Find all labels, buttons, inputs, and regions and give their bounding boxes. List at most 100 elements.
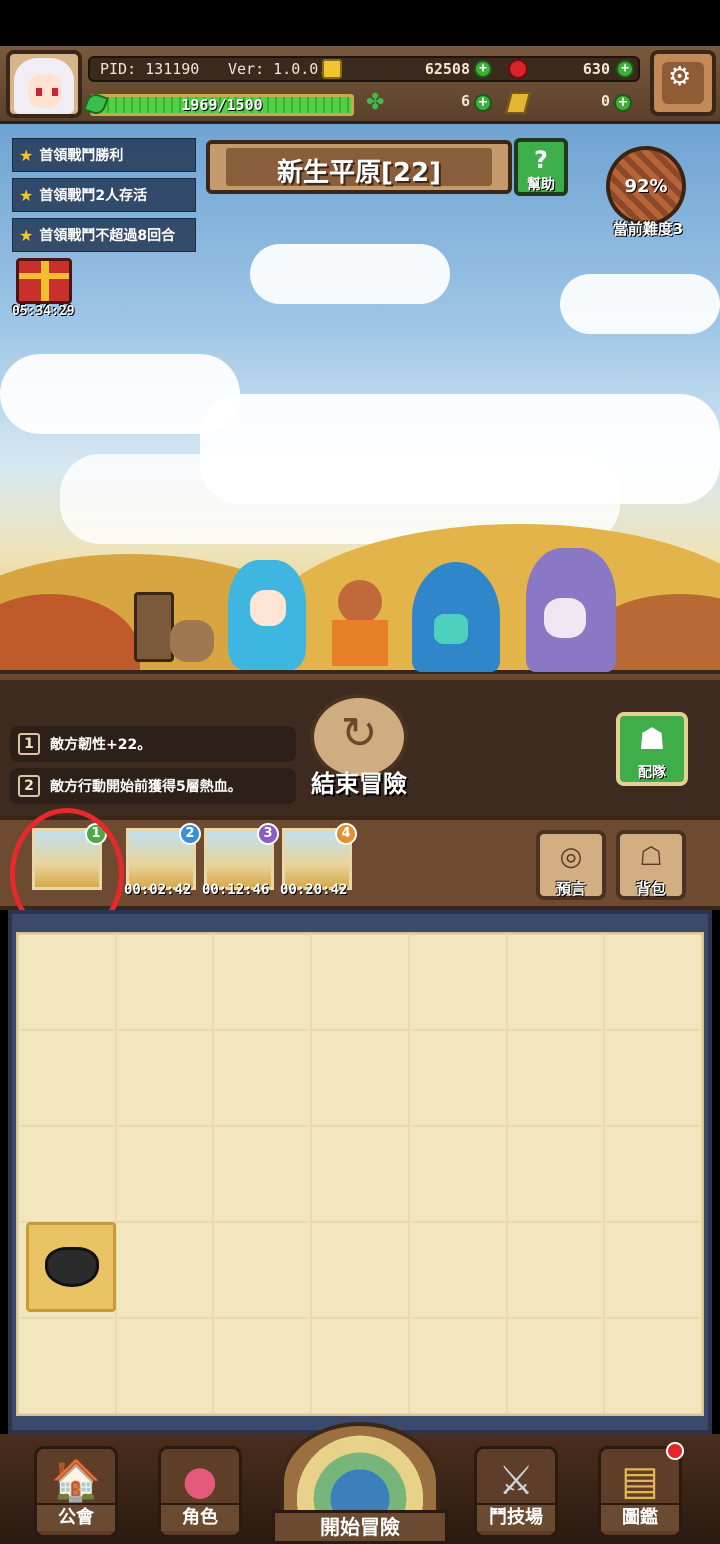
- grid-cell[interactable]: [604, 934, 702, 1030]
- bag-icon: ☖: [639, 842, 663, 872]
- bag-label: 背包: [635, 880, 666, 898]
- player-id: PID: 131190: [100, 60, 200, 78]
- grid-cell[interactable]: [506, 1030, 605, 1126]
- grid-cell[interactable]: [506, 1222, 605, 1318]
- grid-cell[interactable]: [213, 1030, 312, 1126]
- grid-cell[interactable]: [604, 1126, 702, 1222]
- star-icon: ★: [19, 225, 34, 245]
- nav-guild[interactable]: 🏠 公會: [34, 1446, 118, 1538]
- grid-cell[interactable]: [18, 1126, 116, 1222]
- grid-cell[interactable]: [506, 1126, 605, 1222]
- grid-cell[interactable]: [311, 1318, 409, 1414]
- team-label: 配隊: [638, 765, 666, 781]
- grid-cell[interactable]: [506, 934, 605, 1030]
- grid-cell[interactable]: [311, 1126, 409, 1222]
- buff-number: 2: [18, 775, 40, 797]
- grid-cell[interactable]: [604, 1222, 702, 1318]
- difficulty-dial[interactable]: 92%: [606, 146, 686, 226]
- add-gem-button[interactable]: +: [616, 60, 634, 78]
- start-adventure-button[interactable]: 開始冒險: [272, 1422, 448, 1544]
- quest-list: ★ 首領戰鬥勝利 ★ 首領戰鬥2人存活 ★ 首領戰鬥不超過8回合: [12, 138, 196, 258]
- return-icon: ↻: [340, 708, 378, 759]
- xp-bar: 1969/1500: [90, 94, 354, 116]
- quest-text: 首領戰鬥勝利: [39, 148, 124, 164]
- enemy-buff: 2 敵方行動開始前獲得5層熱血。: [10, 768, 296, 804]
- end-adventure-label: 結束冒險: [311, 770, 407, 798]
- grid-cell[interactable]: [115, 934, 214, 1030]
- add-gold-button[interactable]: +: [474, 60, 492, 78]
- character-ice-girl: [222, 560, 312, 670]
- question-icon: ?: [534, 146, 548, 174]
- map-grid[interactable]: [16, 932, 704, 1416]
- character-barrel: [124, 592, 214, 666]
- team-button[interactable]: ☗ 配隊: [616, 712, 688, 786]
- nav-character[interactable]: ● 角色: [158, 1446, 242, 1538]
- nav-character-label: 角色: [161, 1503, 239, 1531]
- level-badge: 3: [257, 823, 279, 845]
- level-timer: 00:02:42: [124, 882, 192, 898]
- character-blue-mage: [404, 562, 508, 672]
- level-badge: 2: [179, 823, 201, 845]
- add-clover-button[interactable]: +: [474, 94, 492, 112]
- clover-amount: 6: [460, 92, 470, 110]
- grid-cell[interactable]: [213, 1222, 312, 1318]
- grid-cell[interactable]: [604, 1318, 702, 1414]
- grid-cell[interactable]: [213, 1318, 312, 1414]
- add-key-button[interactable]: +: [614, 94, 632, 112]
- nav-codex-label: 圖鑑: [601, 1503, 679, 1531]
- level-tab-4[interactable]: 4: [282, 823, 357, 890]
- notification-dot: [666, 1442, 684, 1460]
- difficulty-percent: 92%: [624, 176, 668, 197]
- grid-cell[interactable]: [213, 1126, 312, 1222]
- gem-icon: [508, 59, 528, 79]
- star-icon: ★: [19, 145, 34, 165]
- character-icon: ●: [182, 1458, 218, 1504]
- grid-cell[interactable]: [311, 1030, 409, 1126]
- crossed-swords-icon: ⚔: [498, 1458, 534, 1504]
- enemy-buff: 1 敵方韌性+22。: [10, 726, 296, 762]
- grid-cell[interactable]: [604, 1030, 702, 1126]
- buff-number: 1: [18, 733, 40, 755]
- cooking-pot-tile[interactable]: [26, 1222, 116, 1312]
- player-avatar[interactable]: [6, 50, 82, 118]
- gift-timer: 05:34:29: [12, 304, 75, 319]
- character-monk: [316, 580, 406, 672]
- stage-title: 新生平原[22]: [277, 158, 441, 188]
- nav-guild-label: 公會: [37, 1503, 115, 1531]
- help-button[interactable]: ? 幫助: [514, 138, 568, 196]
- prophecy-label: 預言: [555, 880, 586, 898]
- gem-amount: 630: [582, 60, 610, 78]
- help-label: 幫助: [527, 177, 555, 193]
- quest-text: 首領戰鬥2人存活: [39, 188, 148, 204]
- level-tab-3[interactable]: 3: [204, 823, 279, 890]
- grid-cell[interactable]: [18, 934, 116, 1030]
- bag-button[interactable]: ☖ 背包: [616, 830, 686, 900]
- quest-text: 首領戰鬥不超過8回合: [39, 228, 176, 244]
- grid-cell[interactable]: [311, 934, 409, 1030]
- nav-codex[interactable]: ▤ 圖鑑: [598, 1446, 682, 1538]
- prophecy-button[interactable]: ◎ 預言: [536, 830, 606, 900]
- grid-cell[interactable]: [18, 1318, 116, 1414]
- grid-cell[interactable]: [213, 934, 312, 1030]
- start-adventure-label: 開始冒險: [272, 1510, 448, 1544]
- currency-row: PID: 131190 Ver: 1.0.0.0 62508 + 630 +: [88, 56, 640, 82]
- settings-button[interactable]: ⚙: [650, 50, 716, 116]
- grid-cell[interactable]: [115, 1222, 214, 1318]
- grid-cell[interactable]: [311, 1222, 409, 1318]
- gift-box-icon[interactable]: [16, 258, 72, 304]
- grid-cell[interactable]: [115, 1030, 214, 1126]
- coin-icon: [322, 59, 342, 79]
- grid-cell[interactable]: [408, 1318, 507, 1414]
- level-tab-2[interactable]: 2: [126, 823, 201, 890]
- quest-item: ★ 首領戰鬥勝利: [12, 138, 196, 172]
- grid-cell[interactable]: [115, 1318, 214, 1414]
- grid-cell[interactable]: [408, 1222, 507, 1318]
- grid-cell[interactable]: [408, 1126, 507, 1222]
- grid-cell[interactable]: [506, 1318, 605, 1414]
- nav-arena[interactable]: ⚔ 鬥技場: [474, 1446, 558, 1538]
- grid-cell[interactable]: [115, 1126, 214, 1222]
- stage-banner: 新生平原[22]: [206, 140, 512, 194]
- grid-cell[interactable]: [408, 934, 507, 1030]
- grid-cell[interactable]: [408, 1030, 507, 1126]
- grid-cell[interactable]: [18, 1030, 116, 1126]
